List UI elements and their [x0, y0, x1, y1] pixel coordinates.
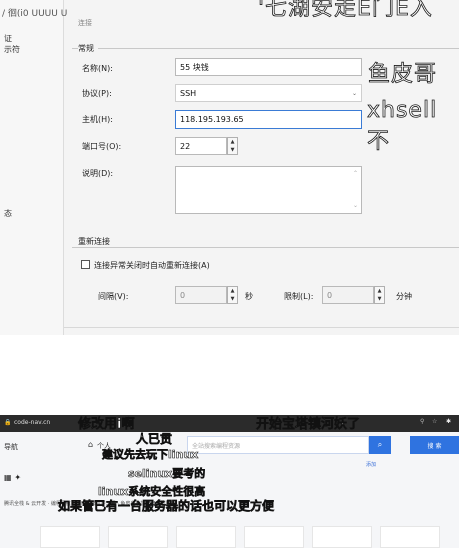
- nav-link[interactable]: 导航: [4, 442, 18, 452]
- general-group-title: 常规: [78, 43, 98, 54]
- danmaku-comment: 如果管已有一台服务器的话也可以更方便: [58, 499, 275, 514]
- danmaku-comment: 建议先去玩下linux: [102, 448, 199, 462]
- danmaku-comment: selinux要考的: [128, 467, 206, 481]
- limit-stepper[interactable]: ▲ ▼: [374, 286, 385, 304]
- extension-icon[interactable]: ✱: [446, 418, 451, 425]
- arrow-down-icon[interactable]: ▼: [231, 296, 235, 302]
- description-label: 说明(D):: [82, 169, 114, 178]
- protocol-label: 协议(P):: [82, 89, 112, 98]
- auto-reconnect-checkbox[interactable]: [81, 260, 90, 269]
- port-label: 端口号(O):: [82, 142, 122, 151]
- resource-card[interactable]: [40, 526, 100, 548]
- scroll-down-icon[interactable]: ⌄: [353, 202, 358, 209]
- tree-item-prompt[interactable]: 示符: [4, 44, 20, 55]
- resource-card[interactable]: [312, 526, 372, 548]
- host-label: 主机(H):: [82, 115, 113, 124]
- port-field[interactable]: 22: [175, 137, 227, 155]
- search-icon: ⌕: [377, 440, 383, 449]
- resource-card[interactable]: [176, 526, 236, 548]
- scroll-up-icon[interactable]: ⌃: [353, 170, 358, 177]
- limit-field[interactable]: 0: [322, 286, 374, 304]
- tree-item-state[interactable]: 态: [4, 208, 12, 219]
- category-tree: 证 示符 态: [0, 0, 64, 335]
- protocol-value: SSH: [180, 88, 197, 98]
- arrow-up-icon[interactable]: ▲: [378, 288, 382, 294]
- arrow-up-icon[interactable]: ▲: [231, 288, 235, 294]
- dialog-bottom-divider: [64, 327, 459, 328]
- port-stepper[interactable]: ▲ ▼: [227, 137, 238, 155]
- resource-card[interactable]: [380, 526, 440, 548]
- url-text[interactable]: code-nav.cn: [14, 419, 50, 426]
- interval-field[interactable]: 0: [175, 286, 227, 304]
- host-field[interactable]: 118.195.193.65: [175, 110, 362, 129]
- limit-label: 限制(L):: [284, 292, 314, 301]
- overlay-caption-fish: 鱼皮哥: [368, 62, 438, 88]
- arrow-up-icon[interactable]: ▲: [231, 139, 235, 145]
- overlay-top-text: '七湖安走E门E入: [258, 0, 433, 21]
- interval-unit: 秒: [245, 292, 253, 301]
- overlay-caption-xhell: xhsell不: [367, 98, 438, 155]
- resource-card[interactable]: [244, 526, 304, 548]
- search-button[interactable]: ⌕: [369, 436, 391, 454]
- search-right-button[interactable]: 搜 索: [410, 436, 459, 454]
- resource-card[interactable]: [108, 526, 168, 548]
- tab-connection[interactable]: 连接: [78, 18, 92, 28]
- name-label: 名称(N):: [82, 64, 113, 73]
- chevron-down-icon: ⌄: [351, 89, 357, 97]
- limit-unit: 分钟: [396, 292, 412, 301]
- danmaku-comment: 开始宝塔镇河妖了: [256, 417, 361, 433]
- danmaku-comment: 修改用i啊: [78, 417, 135, 433]
- reconnect-group-title: 重新连接: [78, 236, 114, 247]
- title-fragment: / 徊(i0 UUUU U: [2, 9, 68, 19]
- lock-icon: 🔒: [4, 419, 12, 426]
- name-field[interactable]: 55 块钱: [175, 58, 362, 76]
- interval-stepper[interactable]: ▲ ▼: [227, 286, 238, 304]
- browser-address-bar: 🔒 code-nav.cn ⚲ ☆ ✱: [0, 415, 459, 432]
- zoom-icon[interactable]: ⚲: [420, 418, 424, 425]
- danmaku-comment: 人已贯: [136, 432, 173, 447]
- interval-label: 间隔(V):: [98, 292, 129, 301]
- arrow-down-icon[interactable]: ▼: [231, 147, 235, 153]
- add-link[interactable]: 添加: [366, 461, 376, 468]
- section-icon: ▦ ✦: [4, 473, 22, 482]
- arrow-down-icon[interactable]: ▼: [378, 296, 382, 302]
- reconnect-group-line: [72, 247, 459, 248]
- star-icon[interactable]: ☆: [432, 418, 437, 425]
- auto-reconnect-label: 连接异常关闭时自动重新连接(A): [94, 261, 210, 270]
- protocol-select[interactable]: SSH ⌄: [175, 84, 362, 102]
- home-icon[interactable]: ⌂: [88, 440, 93, 449]
- general-group-line: [72, 48, 459, 49]
- tree-item-auth[interactable]: 证: [4, 33, 12, 44]
- description-field[interactable]: [175, 166, 362, 214]
- site-search-input[interactable]: 全站搜索编程资源: [187, 436, 369, 454]
